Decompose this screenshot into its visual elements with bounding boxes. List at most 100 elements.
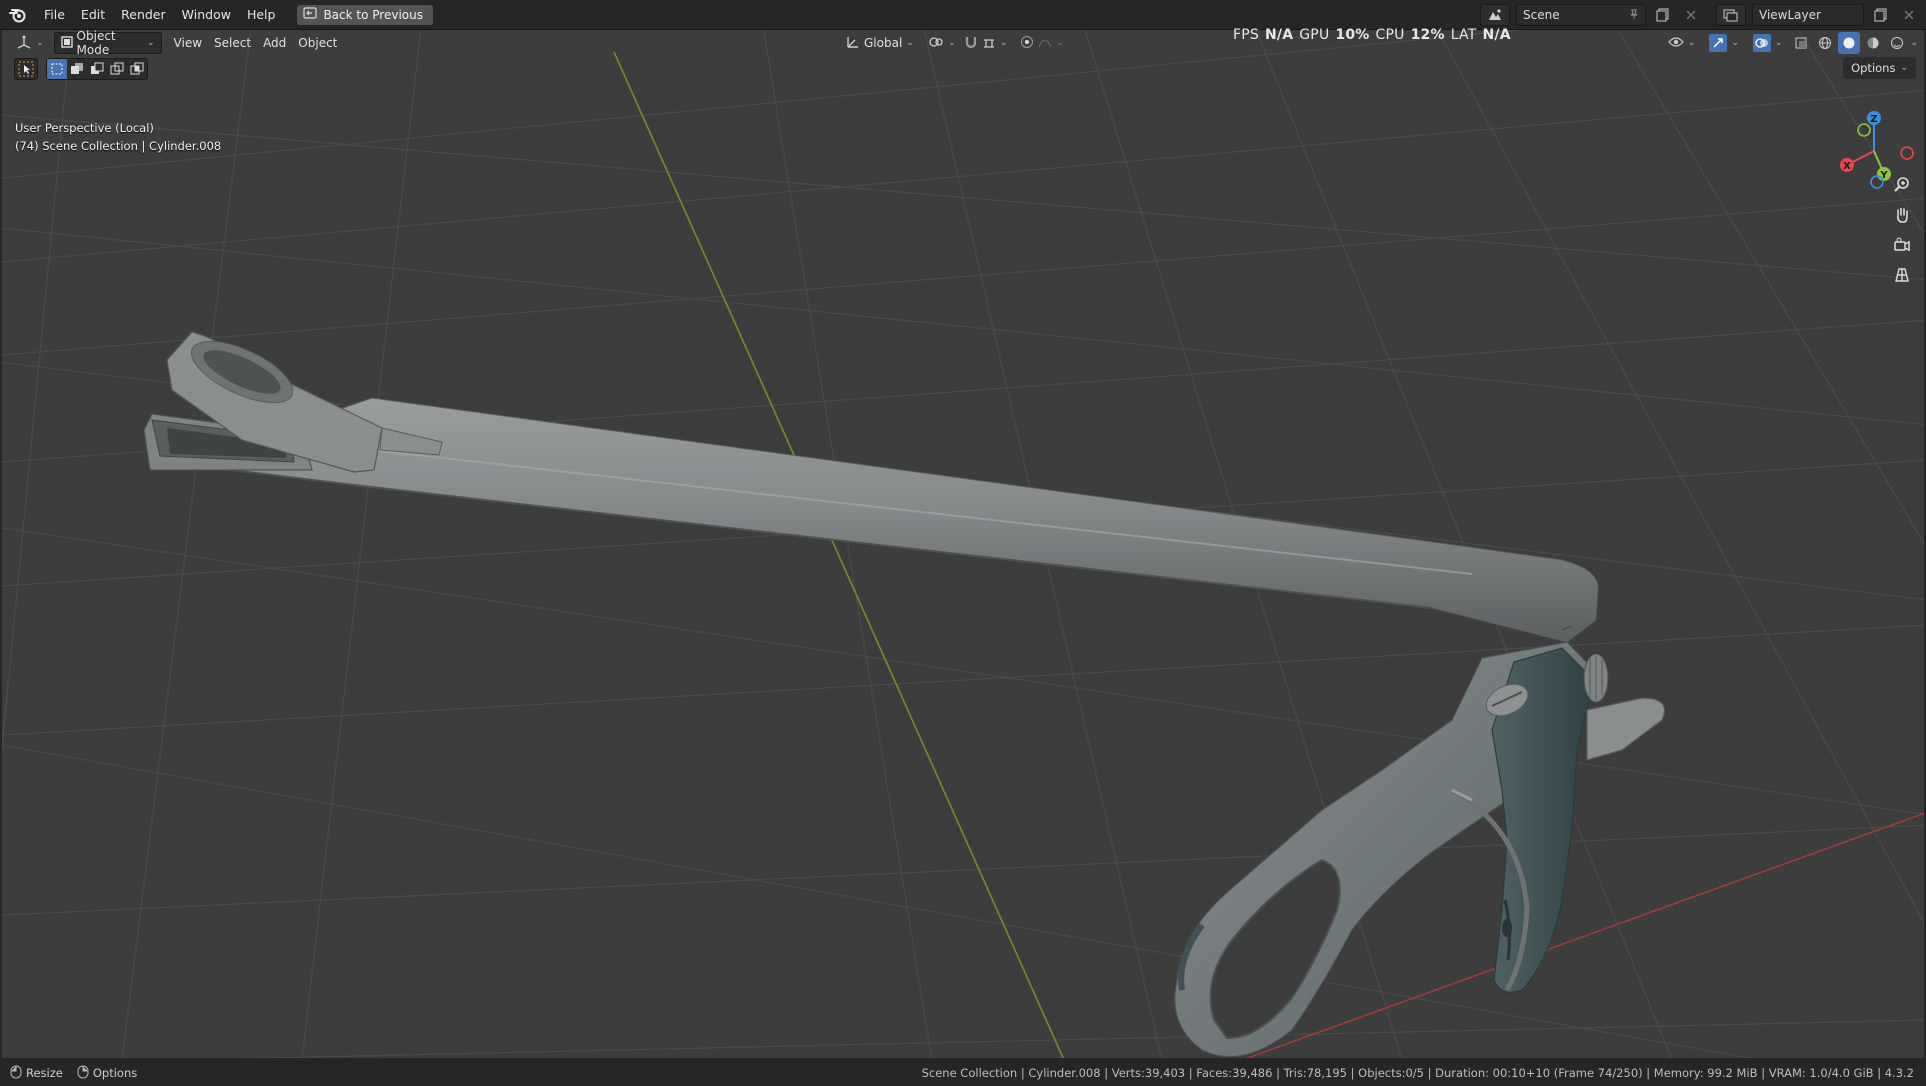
menu-render[interactable]: Render: [113, 0, 174, 30]
overlays-toggle[interactable]: ⌄: [1747, 32, 1789, 54]
snap-target-icon: [982, 35, 996, 52]
chevron-down-icon: ⌄: [147, 38, 155, 48]
gpu-label: GPU: [1299, 27, 1330, 43]
select-tool-icon[interactable]: [14, 58, 38, 80]
view-layer-value: ViewLayer: [1759, 8, 1821, 22]
magnet-icon: [964, 35, 978, 52]
pin-icon[interactable]: [1629, 8, 1639, 22]
selection-mode-group: [46, 58, 148, 80]
chevron-down-icon: ⌄: [948, 38, 956, 48]
scene-name-field[interactable]: Scene: [1516, 4, 1646, 26]
subtract-selection-icon[interactable]: [87, 59, 107, 79]
delete-scene-icon[interactable]: [1680, 4, 1702, 26]
gpu-value: 10%: [1335, 27, 1370, 43]
mouse-left-icon: [10, 1065, 22, 1082]
chevron-down-icon: ⌄: [906, 38, 914, 48]
status-bar-left: Resize Options: [0, 1065, 137, 1082]
editor-type-icon: [16, 35, 32, 52]
status-resize-hint: Resize: [10, 1065, 63, 1082]
rongeur-model: [143, 331, 1666, 1058]
scene-name-value: Scene: [1523, 8, 1560, 22]
rendered-shading-icon[interactable]: [1886, 32, 1908, 54]
status-resize-label: Resize: [26, 1066, 63, 1080]
neg-y-axis-handle: [1857, 123, 1871, 137]
chevron-down-icon: ⌄: [36, 38, 44, 48]
viewport-header-right: ⌄ ⌄ ⌄ ⌄: [1662, 32, 1918, 54]
solid-shading-icon[interactable]: [1838, 32, 1861, 54]
wireframe-shading-icon[interactable]: [1814, 32, 1836, 54]
viewport-options-label: Options: [1851, 61, 1896, 75]
menu-select[interactable]: Select: [208, 32, 257, 54]
chevron-down-icon: ⌄: [1000, 38, 1008, 48]
new-scene-icon[interactable]: [1652, 4, 1674, 26]
falloff-icon: [1038, 35, 1052, 52]
menu-help[interactable]: Help: [239, 0, 284, 30]
blender-logo-icon[interactable]: [0, 0, 36, 30]
chevron-down-icon: ⌄: [1774, 38, 1783, 48]
lat-value: N/A: [1482, 27, 1511, 43]
intersect-selection-icon[interactable]: [127, 59, 147, 79]
viewport-scene: [2, 30, 1924, 1058]
lat-label: LAT: [1450, 27, 1477, 43]
neg-x-axis-handle: [1900, 146, 1914, 160]
top-right-controls: Scene ViewLayer: [1480, 4, 1920, 26]
mode-label: Object Mode: [76, 29, 116, 57]
viewport-options-button[interactable]: Options ⌄: [1843, 57, 1916, 79]
editor-type-button[interactable]: ⌄: [10, 32, 50, 54]
pan-hand-icon[interactable]: [1889, 202, 1915, 228]
menu-add[interactable]: Add: [257, 32, 292, 54]
visibility-dropdown[interactable]: ⌄: [1662, 32, 1702, 54]
viewport-perspective-label: User Perspective (Local): [15, 121, 154, 135]
view-layer-icon[interactable]: [1716, 4, 1746, 26]
neg-z-axis-handle: [1870, 175, 1884, 189]
menu-view[interactable]: View: [168, 32, 208, 54]
fps-value: N/A: [1264, 27, 1294, 43]
cpu-value: 12%: [1410, 27, 1445, 43]
eye-icon: [1667, 36, 1684, 51]
back-to-previous-button[interactable]: Back to Previous: [297, 4, 433, 25]
back-to-previous-label: Back to Previous: [323, 7, 423, 22]
proportional-editing-toggle[interactable]: ⌄: [1014, 32, 1070, 54]
fps-label: FPS: [1233, 27, 1259, 43]
shading-options-chevron-icon[interactable]: ⌄: [1910, 38, 1918, 48]
viewport-info: User Perspective (Local) (74) Scene Coll…: [15, 119, 221, 155]
transform-orientation-label: Global: [864, 36, 903, 50]
menu-file[interactable]: File: [36, 0, 73, 30]
status-options-label: Options: [92, 1066, 138, 1080]
snap-toggle[interactable]: ⌄: [958, 32, 1014, 54]
delete-view-layer-icon[interactable]: [1898, 4, 1920, 26]
tool-settings-row: [14, 58, 148, 80]
ortho-grid-icon[interactable]: [1889, 262, 1915, 288]
xray-toggle-icon[interactable]: [1790, 32, 1812, 54]
chevron-down-icon: ⌄: [1687, 38, 1696, 48]
pivot-icon: [928, 35, 944, 52]
new-view-layer-icon[interactable]: [1870, 4, 1892, 26]
proportional-edit-icon: [1020, 35, 1034, 52]
viewport-header: ⌄ Object Mode ⌄ View Select Add Object G…: [0, 29, 1926, 57]
scene-selector-icon[interactable]: [1480, 4, 1510, 26]
menu-edit[interactable]: Edit: [73, 0, 113, 30]
set-new-selection-icon[interactable]: [47, 59, 67, 79]
scene-statistics: Scene Collection | Cylinder.008 | Verts:…: [921, 1066, 1914, 1080]
view-layer-field[interactable]: ViewLayer: [1752, 4, 1864, 26]
menu-window[interactable]: Window: [174, 0, 239, 30]
back-icon: [303, 7, 318, 22]
top-menu-bar: File Edit Render Window Help Back to Pre…: [0, 0, 1926, 30]
status-options-hint: Options: [77, 1065, 137, 1082]
mode-dropdown[interactable]: Object Mode ⌄: [53, 29, 162, 57]
extend-selection-icon[interactable]: [67, 59, 87, 79]
gizmo-toggle[interactable]: ⌄: [1703, 32, 1745, 54]
3d-viewport[interactable]: User Perspective (Local) (74) Scene Coll…: [0, 30, 1926, 1060]
y-axis-label: Y: [1879, 170, 1888, 181]
orientation-icon: [846, 35, 860, 52]
zoom-icon[interactable]: [1889, 172, 1915, 198]
camera-view-icon[interactable]: [1889, 232, 1915, 258]
material-shading-icon[interactable]: [1862, 32, 1884, 54]
z-axis-label: Z: [1870, 114, 1877, 125]
chevron-down-icon: ⌄: [1056, 38, 1064, 48]
invert-selection-icon[interactable]: [107, 59, 127, 79]
pivot-point-dropdown[interactable]: ⌄: [922, 32, 962, 54]
overlays-icon: [1752, 34, 1771, 52]
menu-object[interactable]: Object: [292, 32, 343, 54]
transform-orientation-dropdown[interactable]: Global ⌄: [840, 32, 920, 54]
